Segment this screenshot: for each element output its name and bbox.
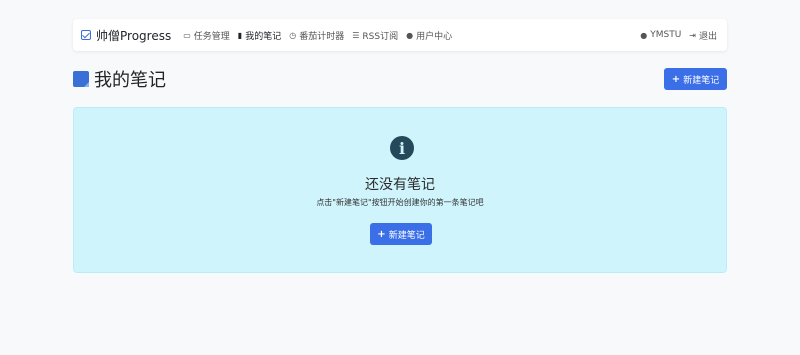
- empty-state-new-note-button[interactable]: + 新建笔记: [370, 223, 432, 245]
- empty-state-alert: i 还没有笔记 点击"新建笔记"按钮开始创建你的第一条笔记吧 + 新建笔记: [73, 107, 727, 273]
- page-header: 我的笔记: [73, 66, 166, 92]
- nav-user[interactable]: ● YMSTU: [640, 30, 681, 40]
- task-icon: ▭: [183, 30, 191, 40]
- nav-item-label: RSS订阅: [362, 31, 399, 42]
- info-circle-icon: i: [390, 136, 414, 160]
- empty-state-title: 还没有笔记: [365, 177, 435, 193]
- nav-item-user-center[interactable]: ● 用户中心: [406, 29, 452, 42]
- logout-link[interactable]: ⇥ 退出: [689, 29, 717, 42]
- rss-icon: ☰: [352, 30, 360, 40]
- plus-icon: +: [671, 73, 681, 85]
- top-navbar: 帅僧Progress ▭ 任务管理 ▮ 我的笔记 ◷ 番茄计时器 ☰ RSS订阅…: [73, 19, 727, 51]
- sticky-note-icon: [73, 71, 89, 87]
- empty-state-subtitle: 点击"新建笔记"按钮开始创建你的第一条笔记吧: [316, 198, 484, 207]
- new-note-button[interactable]: + 新建笔记: [664, 68, 727, 90]
- user-icon: ●: [640, 30, 648, 40]
- nav-item-label: 番茄计时器: [299, 31, 345, 42]
- nav-item-label: 用户中心: [416, 31, 453, 42]
- nav-item-label: 任务管理: [193, 31, 230, 42]
- nav-item-rss[interactable]: ☰ RSS订阅: [352, 29, 398, 42]
- nav-user-label: YMSTU: [650, 30, 682, 40]
- user-icon: ●: [406, 30, 414, 40]
- check-square-icon: [81, 30, 91, 40]
- note-icon: ▮: [237, 30, 243, 40]
- page-title: 我的笔记: [94, 70, 166, 91]
- new-note-button-label: 新建笔记: [683, 75, 720, 86]
- brand[interactable]: 帅僧Progress: [81, 27, 171, 44]
- logout-label: 退出: [698, 31, 717, 42]
- brand-name: 帅僧Progress: [96, 28, 172, 43]
- nav-item-tasks[interactable]: ▭ 任务管理: [183, 29, 230, 42]
- plus-icon: +: [377, 228, 386, 240]
- empty-state-button-label: 新建笔记: [388, 230, 425, 241]
- nav-item-label: 我的笔记: [245, 31, 282, 42]
- nav-item-notes[interactable]: ▮ 我的笔记: [238, 29, 281, 42]
- nav-item-pomodoro[interactable]: ◷ 番茄计时器: [289, 29, 344, 42]
- clock-icon: ◷: [289, 30, 297, 40]
- sign-out-icon: ⇥: [689, 30, 696, 40]
